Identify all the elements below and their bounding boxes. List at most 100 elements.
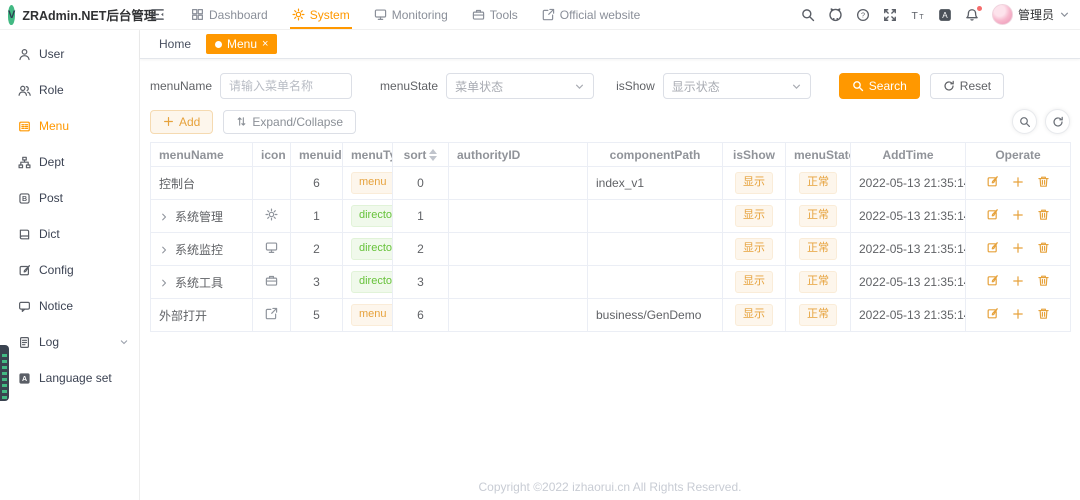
edit-row-icon[interactable] [986,175,999,188]
delete-row-icon[interactable] [1037,307,1050,320]
is-show-badge: 显示 [735,172,773,193]
cell-menu-state: 正常 [786,266,851,299]
fullscreen-icon[interactable] [883,8,897,22]
external-link-icon [542,8,555,21]
delete-row-icon[interactable] [1037,274,1050,287]
cell-menu-type: menu [343,167,393,200]
add-button[interactable]: Add [150,110,213,134]
cell-sort: 2 [393,233,449,266]
github-icon[interactable] [828,7,843,22]
cell-sort: 0 [393,167,449,200]
reset-button[interactable]: Reset [930,73,1004,99]
sidebar-collapse-icon[interactable] [150,7,165,22]
column-header-authorityid: authorityID [449,143,588,167]
menu-name-label: menuName [150,79,212,93]
sidebar-item-config[interactable]: Config [0,252,139,288]
cell-icon [253,299,291,332]
cell-authority-id [449,233,588,266]
table-row: 系统工具3directory3显示正常2022-05-13 21:35:14 [151,266,1071,299]
sidebar-item-role[interactable]: Role [0,72,139,108]
delete-row-icon[interactable] [1037,208,1050,221]
delete-row-icon[interactable] [1037,175,1050,188]
topbar-tools: ? TT A 管理员 [801,4,1070,25]
sidebar-item-post[interactable]: BPost [0,180,139,216]
nav-item-official-website[interactable]: Official website [532,0,650,29]
expand-row-icon[interactable] [159,278,169,288]
add-child-row-icon[interactable] [1012,308,1024,320]
chevron-down-icon [791,81,802,92]
nav-item-monitoring[interactable]: Monitoring [364,0,458,29]
menu-type-badge: menu [351,304,393,325]
add-child-row-icon[interactable] [1012,275,1024,287]
sidebar-item-menu[interactable]: Menu [0,108,139,144]
menu-state-badge: 正常 [799,271,837,292]
add-child-row-icon[interactable] [1012,242,1024,254]
app-logo[interactable]: V ZRAdmin.NET后台管理 [8,5,140,25]
is-show-select[interactable]: 显示状态 [663,73,811,99]
app-window: V ZRAdmin.NET后台管理 DashboardSystemMonitor… [0,0,1080,500]
nav-item-dashboard[interactable]: Dashboard [181,0,278,29]
badge-b-icon: B [18,192,31,205]
question-icon[interactable]: ? [856,8,870,22]
search-icon[interactable] [801,8,815,22]
theme-drawer-handle[interactable] [0,345,9,401]
expand-collapse-button[interactable]: Expand/Collapse [223,110,356,134]
sidebar-item-notice[interactable]: Notice [0,288,139,324]
nav-item-tools[interactable]: Tools [462,0,528,29]
column-header-isshow: isShow [723,143,786,167]
table-row: 外部打开5menu6business/GenDemo显示正常2022-05-13… [151,299,1071,332]
translate-icon[interactable]: A [938,8,952,22]
gear-icon [265,208,278,221]
plus-icon [163,116,174,127]
cell-menuid: 5 [291,299,343,332]
add-child-row-icon[interactable] [1012,209,1024,221]
column-header-sort[interactable]: sort [393,143,449,167]
cell-icon [253,233,291,266]
column-header-menustate: menuState [786,143,851,167]
search-button[interactable]: Search [839,73,920,99]
chevron-down-icon [574,81,585,92]
add-child-row-icon[interactable] [1012,176,1024,188]
nav-item-system[interactable]: System [282,0,360,29]
active-dot-icon [215,41,222,48]
user-menu[interactable]: 管理员 [992,4,1070,25]
menu-type-badge: directory [351,238,393,259]
edit-row-icon[interactable] [986,274,999,287]
show-search-toggle-button[interactable] [1012,109,1037,134]
tab-bar: Home Menu× [140,30,1080,59]
cell-component-path: index_v1 [588,167,723,200]
sidebar-item-log[interactable]: Log [0,324,139,360]
tab-home[interactable]: Home [150,34,200,54]
sidebar-item-dept[interactable]: Dept [0,144,139,180]
edit-row-icon[interactable] [986,307,999,320]
sidebar-item-language-set[interactable]: ALanguage set [0,360,139,396]
sidebar-item-user[interactable]: User [0,36,139,72]
delete-row-icon[interactable] [1037,241,1050,254]
edit-row-icon[interactable] [986,241,999,254]
font-size-icon[interactable]: TT [910,8,925,22]
menu-table: menuNameiconmenuidmenuTypesortauthorityI… [150,142,1071,332]
column-header-operate: Operate [966,143,1071,167]
notification-bell-icon[interactable] [965,8,979,22]
menu-name-input[interactable] [220,73,352,99]
cell-menu-state: 正常 [786,200,851,233]
tab-menu[interactable]: Menu× [206,34,277,54]
refresh-table-button[interactable] [1045,109,1070,134]
table-row: 控制台6menu0index_v1显示正常2022-05-13 21:35:14 [151,167,1071,200]
sidebar-item-dict[interactable]: Dict [0,216,139,252]
menu-state-select[interactable]: 菜单状态 [446,73,594,99]
expand-row-icon[interactable] [159,212,169,222]
footer-copyright: Copyright ©2022 izhaorui.cn All Rights R… [140,480,1080,494]
expand-row-icon[interactable] [159,245,169,255]
cell-add-time: 2022-05-13 21:35:14 [851,167,966,200]
close-tab-icon[interactable]: × [262,39,268,50]
table-body: 控制台6menu0index_v1显示正常2022-05-13 21:35:14… [151,167,1071,332]
cell-authority-id [449,266,588,299]
cell-menu-name: 系统监控 [151,233,253,266]
table-header-row: menuNameiconmenuidmenuTypesortauthorityI… [151,143,1071,167]
edit-row-icon[interactable] [986,208,999,221]
cell-add-time: 2022-05-13 21:35:14 [851,233,966,266]
tree-icon [18,156,31,169]
column-header-addtime: AddTime [851,143,966,167]
cell-operate [966,233,1071,266]
